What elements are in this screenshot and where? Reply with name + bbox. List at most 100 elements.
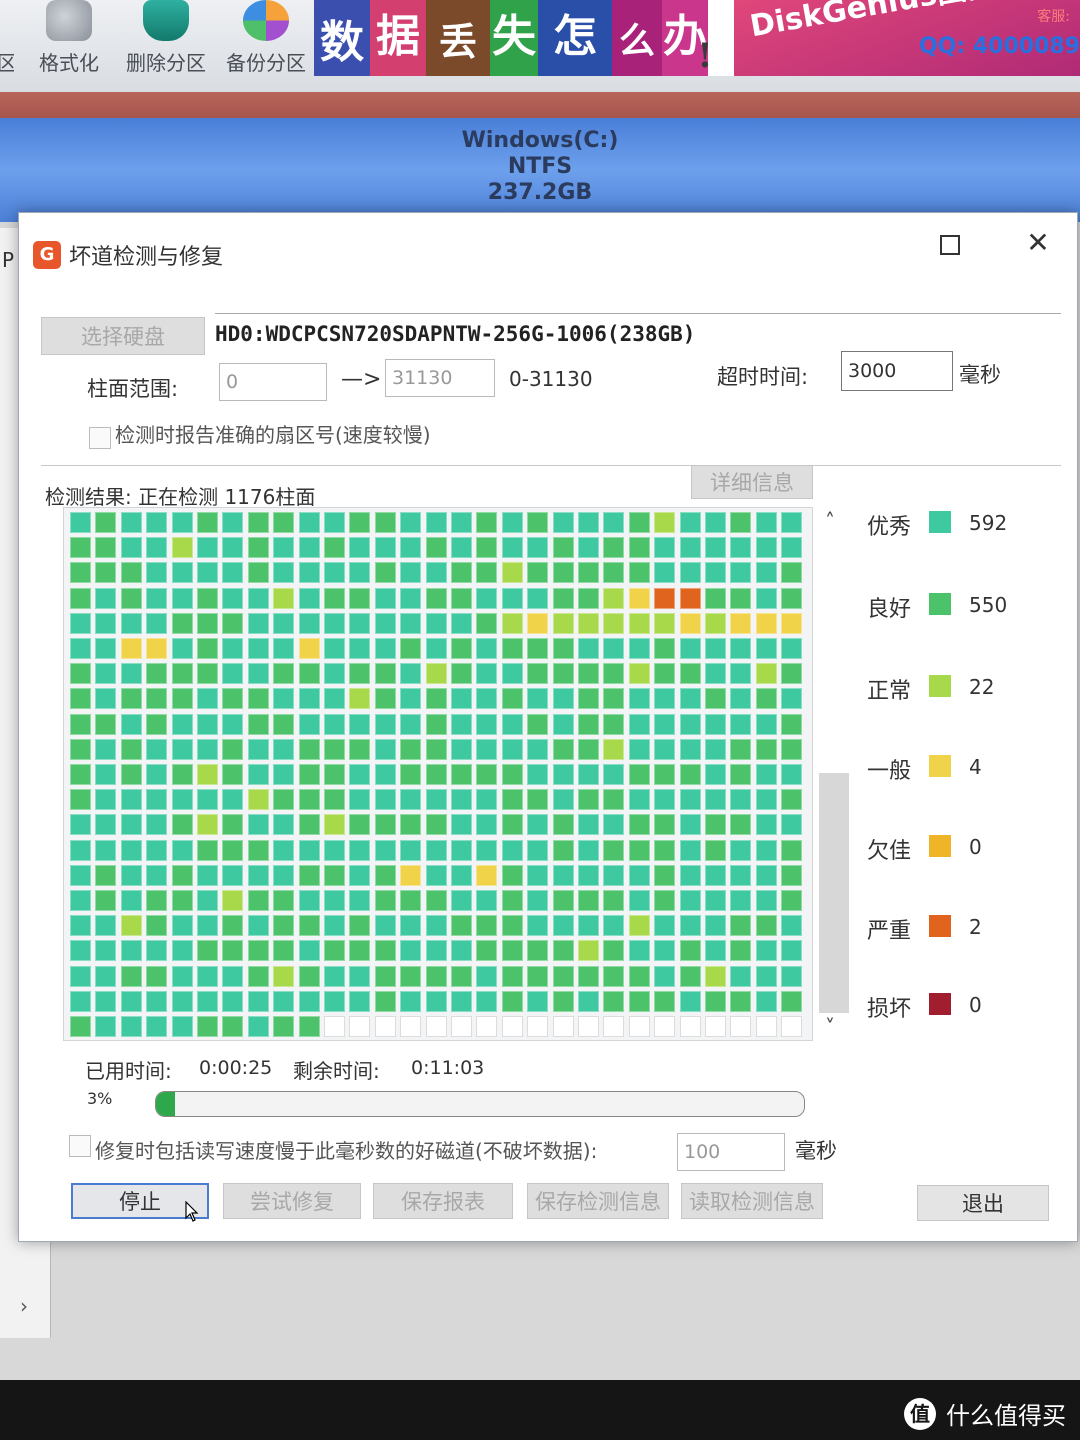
sector-cell bbox=[400, 663, 422, 685]
sector-cell bbox=[654, 890, 676, 911]
sector-cell bbox=[527, 638, 549, 659]
sector-cell bbox=[95, 663, 117, 685]
sector-cell bbox=[552, 587, 574, 609]
legend-item: 严重 2 bbox=[867, 907, 1067, 947]
sector-cell bbox=[400, 965, 422, 987]
maximize-button[interactable] bbox=[925, 225, 975, 265]
sector-cell bbox=[247, 612, 269, 634]
sector-cell bbox=[222, 738, 244, 760]
sector-cell bbox=[273, 965, 295, 987]
sector-cell bbox=[324, 864, 345, 886]
toolbar-button-partial[interactable]: 区 bbox=[0, 0, 14, 90]
sector-cell bbox=[349, 663, 371, 685]
sector-cell bbox=[374, 839, 396, 861]
scroll-down-icon[interactable]: ˅ bbox=[825, 1015, 835, 1039]
sector-cell bbox=[578, 965, 599, 987]
load-scan-info-button[interactable]: 读取检测信息 bbox=[681, 1183, 823, 1219]
sector-cell bbox=[755, 940, 777, 962]
partition-block[interactable]: Windows(C:) NTFS 237.2GB bbox=[0, 118, 1080, 222]
sector-cell bbox=[222, 612, 244, 634]
sector-cell bbox=[654, 839, 676, 861]
sector-cell bbox=[628, 738, 650, 760]
banner-tile: 失 bbox=[490, 0, 538, 76]
scroll-up-icon[interactable]: ˄ bbox=[825, 509, 835, 533]
sector-cell bbox=[374, 537, 396, 559]
ad-banner[interactable]: 数 据 丢 失 怎 么 办 ! DiskGenius团队 客服: QQ: 400… bbox=[314, 0, 1080, 76]
sector-cell bbox=[527, 663, 549, 685]
select-disk-button[interactable]: 选择硬盘 bbox=[41, 317, 205, 355]
sector-cell bbox=[578, 839, 599, 861]
timeout-label: 超时时间: bbox=[717, 365, 809, 389]
sector-cell bbox=[552, 638, 574, 659]
sector-cell bbox=[120, 990, 142, 1012]
sector-cell bbox=[730, 587, 752, 609]
sector-cell bbox=[247, 864, 269, 886]
sector-cell bbox=[705, 663, 726, 685]
close-button[interactable]: ✕ bbox=[1013, 223, 1063, 263]
sector-cell bbox=[578, 562, 599, 584]
sector-cell bbox=[603, 915, 625, 937]
sector-cell bbox=[298, 612, 320, 634]
legend-label: 严重 bbox=[867, 919, 912, 944]
legend-count: 0 bbox=[969, 993, 982, 1017]
sector-cell bbox=[298, 915, 320, 937]
sector-cell bbox=[222, 814, 244, 836]
sector-cell bbox=[578, 764, 599, 785]
timeout-input[interactable]: 3000 bbox=[841, 351, 953, 391]
cylinder-from-input[interactable]: 0 bbox=[219, 363, 327, 401]
sector-cell bbox=[222, 512, 244, 533]
cylinder-to-input[interactable]: 31130 bbox=[385, 359, 495, 397]
sector-cell bbox=[120, 713, 142, 735]
sector-cell bbox=[400, 738, 422, 760]
sector-cell bbox=[501, 814, 523, 836]
scrollbar-thumb[interactable] bbox=[819, 773, 849, 1013]
sector-cell bbox=[197, 738, 218, 760]
exact-sector-checkbox[interactable] bbox=[89, 427, 111, 449]
save-report-button[interactable]: 保存报表 bbox=[373, 1183, 513, 1219]
sector-cell bbox=[578, 814, 599, 836]
progress-fill bbox=[156, 1092, 176, 1116]
sector-cell bbox=[400, 587, 422, 609]
sector-cell bbox=[654, 940, 676, 962]
minimize-button[interactable] bbox=[839, 227, 889, 267]
sector-cell bbox=[501, 864, 523, 886]
sector-cell bbox=[476, 990, 498, 1012]
sector-cell bbox=[146, 864, 168, 886]
sector-cell bbox=[501, 713, 523, 735]
sector-cell bbox=[781, 915, 803, 937]
sector-cell bbox=[654, 965, 676, 987]
sector-cell bbox=[374, 663, 396, 685]
sector-cell bbox=[349, 537, 371, 559]
try-repair-button[interactable]: 尝试修复 bbox=[223, 1183, 361, 1219]
sector-cell bbox=[95, 839, 117, 861]
sector-cell bbox=[552, 764, 574, 785]
sector-cell bbox=[730, 814, 752, 836]
legend-swatch bbox=[929, 755, 951, 777]
save-scan-info-button[interactable]: 保存检测信息 bbox=[527, 1183, 669, 1219]
watermark: 值 什么值得买 bbox=[904, 1396, 1066, 1431]
sector-cell bbox=[755, 764, 777, 785]
backup-partition-button[interactable]: 备份分区 bbox=[220, 0, 312, 90]
sector-cell bbox=[476, 663, 498, 685]
sector-cell bbox=[374, 562, 396, 584]
sector-cell bbox=[324, 764, 345, 785]
slow-track-ms-input[interactable]: 100 bbox=[677, 1133, 785, 1171]
chevron-right-icon[interactable]: › bbox=[20, 1294, 28, 1318]
details-button[interactable]: 详细信息 bbox=[691, 465, 813, 499]
dialog-titlebar[interactable]: G 坏道检测与修复 ✕ bbox=[19, 213, 1077, 287]
sector-cell bbox=[171, 940, 193, 962]
sector-cell bbox=[476, 612, 498, 634]
sector-cell bbox=[730, 789, 752, 811]
sector-cell bbox=[679, 612, 701, 634]
sector-cell bbox=[298, 764, 320, 785]
sector-cell bbox=[298, 562, 320, 584]
sector-cell bbox=[374, 915, 396, 937]
sector-cell bbox=[298, 638, 320, 659]
slow-track-checkbox[interactable] bbox=[69, 1135, 91, 1157]
sector-cell bbox=[578, 587, 599, 609]
delete-partition-button[interactable]: 删除分区 bbox=[118, 0, 214, 90]
sector-cell bbox=[755, 839, 777, 861]
format-button[interactable]: 格式化 bbox=[28, 0, 110, 90]
sector-cell bbox=[247, 512, 269, 533]
exit-button[interactable]: 退出 bbox=[917, 1185, 1049, 1221]
